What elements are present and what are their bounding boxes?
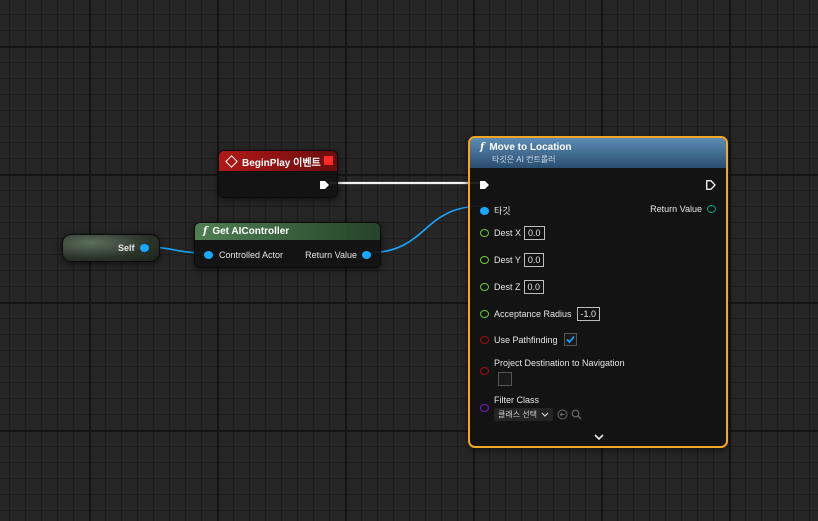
begin-play-node[interactable]: BeginPlay 이벤트: [218, 150, 338, 198]
target-pin[interactable]: [480, 206, 489, 215]
use-pathfinding-pin[interactable]: [480, 335, 489, 344]
use-selected-icon[interactable]: [557, 409, 568, 420]
self-node[interactable]: Self: [62, 234, 160, 262]
use-pathfinding-label: Use Pathfinding: [494, 334, 558, 345]
begin-play-exec-out[interactable]: [320, 180, 330, 190]
return-value-pin[interactable]: [707, 205, 716, 213]
event-diamond-icon: [225, 154, 238, 168]
dest-y-pin[interactable]: [480, 256, 489, 264]
browse-search-icon[interactable]: [571, 409, 582, 420]
get-ai-controller-title: Get AIController: [212, 226, 290, 237]
filter-class-dropdown[interactable]: 클래스 선택: [494, 408, 554, 421]
dest-x-field[interactable]: 0.0: [524, 226, 545, 240]
dest-z-pin[interactable]: [480, 283, 489, 291]
filter-class-label: Filter Class: [494, 395, 540, 405]
self-output[interactable]: Self: [118, 243, 149, 253]
move-to-location-node[interactable]: f Move to Location 타깃은 AI 컨트롤러 타깃 Return…: [468, 136, 728, 448]
return-value-label: Return Value: [650, 204, 702, 214]
checkmark-icon: [565, 335, 575, 344]
begin-play-title: BeginPlay 이벤트: [242, 157, 321, 169]
project-destination-pin[interactable]: [480, 367, 489, 375]
move-to-location-subtitle: 타깃은 AI 컨트롤러: [492, 154, 556, 164]
exec-in-pin-icon[interactable]: [480, 180, 490, 190]
exec-in[interactable]: [480, 180, 490, 190]
function-icon: f: [203, 226, 208, 237]
dest-z-input[interactable]: Dest Z 0.0: [480, 280, 545, 294]
project-destination-checkbox[interactable]: [498, 372, 512, 386]
self-pin[interactable]: [139, 244, 149, 252]
get-ai-controller-node[interactable]: f Get AIController Controlled Actor Retu…: [194, 222, 381, 268]
function-icon: f: [480, 141, 485, 153]
controlled-actor-input[interactable]: Controlled Actor: [204, 250, 283, 260]
controlled-actor-pin[interactable]: [204, 251, 213, 259]
acceptance-radius-pin[interactable]: [480, 310, 489, 318]
ai-controller-return-pin[interactable]: [362, 251, 371, 259]
filter-class-pin[interactable]: [480, 404, 489, 412]
self-label: Self: [118, 243, 135, 253]
chevron-down-icon: [541, 412, 549, 417]
target-label: 타깃: [494, 206, 511, 216]
ai-controller-return-output[interactable]: Return Value: [305, 250, 371, 260]
delegate-pin-icon[interactable]: [324, 156, 333, 165]
filter-class-input[interactable]: Filter Class 클래스 선택: [480, 395, 582, 421]
get-ai-controller-header: f Get AIController: [195, 223, 380, 240]
acceptance-radius-input[interactable]: Acceptance Radius -1.0: [480, 307, 601, 321]
exec-out-pin-icon[interactable]: [706, 180, 716, 190]
expand-chevron-icon[interactable]: [594, 434, 604, 441]
use-pathfinding-input[interactable]: Use Pathfinding: [480, 333, 577, 346]
dest-z-field[interactable]: 0.0: [523, 280, 545, 294]
dest-y-input[interactable]: Dest Y 0.0: [480, 253, 545, 267]
acceptance-radius-label: Acceptance Radius: [494, 309, 572, 319]
controlled-actor-label: Controlled Actor: [219, 250, 284, 260]
ai-controller-return-label: Return Value: [305, 250, 357, 260]
dest-x-label: Dest X: [494, 228, 522, 238]
return-to-target-wire: [365, 205, 484, 254]
project-destination-input[interactable]: Project Destination to Navigation: [480, 358, 625, 386]
move-to-location-header: f Move to Location 타깃은 AI 컨트롤러: [470, 138, 726, 168]
return-value-output[interactable]: Return Value: [650, 204, 716, 214]
move-to-location-title: Move to Location: [489, 141, 572, 153]
dest-x-input[interactable]: Dest X 0.0: [480, 226, 545, 240]
project-destination-label: Project Destination to Navigation: [494, 358, 625, 368]
filter-class-value: 클래스 선택: [498, 410, 538, 419]
acceptance-radius-field[interactable]: -1.0: [576, 307, 601, 321]
exec-out[interactable]: [706, 180, 716, 190]
dest-y-field[interactable]: 0.0: [523, 253, 545, 267]
use-pathfinding-checkbox[interactable]: [563, 333, 577, 346]
dest-x-pin[interactable]: [480, 229, 489, 237]
begin-play-header: BeginPlay 이벤트: [219, 151, 337, 171]
target-input[interactable]: 타깃: [480, 204, 511, 217]
dest-z-label: Dest Z: [494, 282, 521, 292]
dest-y-label: Dest Y: [494, 255, 521, 265]
exec-out-pin-icon[interactable]: [320, 180, 330, 190]
